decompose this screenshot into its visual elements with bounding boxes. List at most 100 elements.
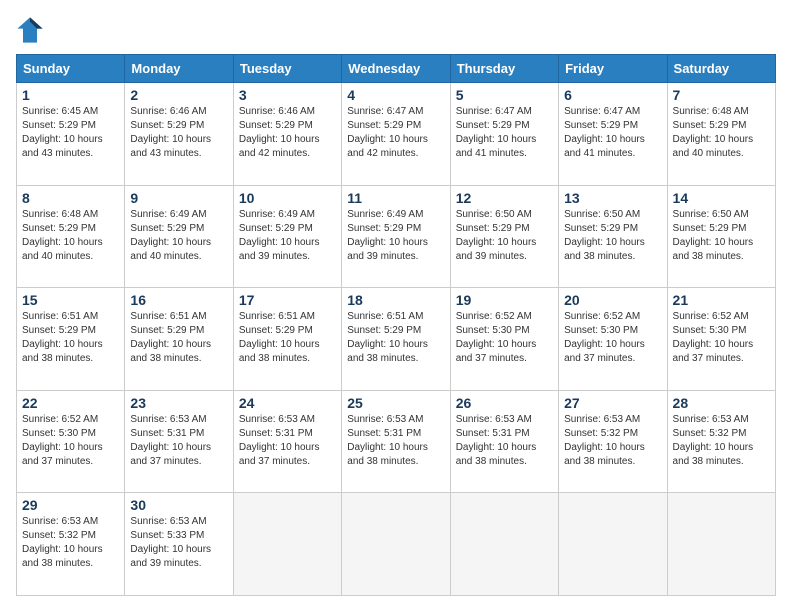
day-info: Sunrise: 6:53 AMSunset: 5:31 PMDaylight:…	[456, 413, 553, 469]
calendar-day-cell: 11Sunrise: 6:49 AMSunset: 5:29 PMDayligh…	[342, 185, 450, 288]
day-number: 19	[456, 292, 553, 308]
day-number: 15	[22, 292, 119, 308]
day-number: 24	[239, 395, 336, 411]
day-number: 26	[456, 395, 553, 411]
day-number: 30	[130, 497, 227, 513]
calendar-week-row: 1 Sunrise: 6:45 AMSunset: 5:29 PMDaylight…	[17, 83, 776, 186]
day-info: Sunrise: 6:51 AMSunset: 5:29 PMDaylight:…	[22, 310, 119, 366]
day-info: Sunrise: 6:48 AMSunset: 5:29 PMDaylight:…	[22, 208, 119, 264]
header-tuesday: Tuesday	[233, 55, 341, 83]
header-sunday: Sunday	[17, 55, 125, 83]
weekday-header-row: Sunday Monday Tuesday Wednesday Thursday…	[17, 55, 776, 83]
calendar-day-cell: 1 Sunrise: 6:45 AMSunset: 5:29 PMDaylight…	[17, 83, 125, 186]
calendar-day-cell: 18 Sunrise: 6:51 AMSunset: 5:29 PMDayligh…	[342, 288, 450, 391]
day-number: 14	[673, 190, 770, 206]
calendar-day-cell	[559, 493, 667, 596]
day-info: Sunrise: 6:45 AMSunset: 5:29 PMDaylight:…	[22, 105, 119, 161]
calendar-day-cell: 3 Sunrise: 6:46 AMSunset: 5:29 PMDaylight…	[233, 83, 341, 186]
day-number: 13	[564, 190, 661, 206]
calendar-day-cell	[667, 493, 775, 596]
calendar-day-cell: 7Sunrise: 6:48 AMSunset: 5:29 PMDaylight…	[667, 83, 775, 186]
calendar-day-cell: 14 Sunrise: 6:50 AMSunset: 5:29 PMDayligh…	[667, 185, 775, 288]
day-info: Sunrise: 6:52 AMSunset: 5:30 PMDaylight:…	[456, 310, 553, 366]
day-info: Sunrise: 6:53 AMSunset: 5:32 PMDaylight:…	[564, 413, 661, 469]
day-number: 22	[22, 395, 119, 411]
day-info: Sunrise: 6:51 AMSunset: 5:29 PMDaylight:…	[130, 310, 227, 366]
calendar-day-cell: 2 Sunrise: 6:46 AMSunset: 5:29 PMDaylight…	[125, 83, 233, 186]
day-info: Sunrise: 6:52 AMSunset: 5:30 PMDaylight:…	[564, 310, 661, 366]
calendar-day-cell: 4 Sunrise: 6:47 AMSunset: 5:29 PMDaylight…	[342, 83, 450, 186]
day-info: Sunrise: 6:53 AMSunset: 5:33 PMDaylight:…	[130, 515, 227, 571]
day-number: 16	[130, 292, 227, 308]
day-number: 8	[22, 190, 119, 206]
calendar-day-cell: 17 Sunrise: 6:51 AMSunset: 5:29 PMDayligh…	[233, 288, 341, 391]
day-number: 29	[22, 497, 119, 513]
day-number: 2	[130, 87, 227, 103]
calendar-day-cell: 23Sunrise: 6:53 AMSunset: 5:31 PMDayligh…	[125, 390, 233, 493]
day-number: 28	[673, 395, 770, 411]
calendar-day-cell: 16 Sunrise: 6:51 AMSunset: 5:29 PMDayligh…	[125, 288, 233, 391]
day-info: Sunrise: 6:47 AMSunset: 5:29 PMDaylight:…	[347, 105, 444, 161]
calendar-week-row: 22 Sunrise: 6:52 AMSunset: 5:30 PMDayligh…	[17, 390, 776, 493]
page: Sunday Monday Tuesday Wednesday Thursday…	[0, 0, 792, 612]
day-number: 23	[130, 395, 227, 411]
day-info: Sunrise: 6:53 AMSunset: 5:32 PMDaylight:…	[22, 515, 119, 571]
calendar-day-cell	[450, 493, 558, 596]
day-number: 1	[22, 87, 119, 103]
calendar-day-cell: 28 Sunrise: 6:53 AMSunset: 5:32 PMDayligh…	[667, 390, 775, 493]
calendar-day-cell: 13 Sunrise: 6:50 AMSunset: 5:29 PMDayligh…	[559, 185, 667, 288]
calendar-day-cell: 20 Sunrise: 6:52 AMSunset: 5:30 PMDayligh…	[559, 288, 667, 391]
logo	[16, 16, 48, 44]
header-thursday: Thursday	[450, 55, 558, 83]
day-number: 3	[239, 87, 336, 103]
day-info: Sunrise: 6:47 AMSunset: 5:29 PMDaylight:…	[564, 105, 661, 161]
day-info: Sunrise: 6:53 AMSunset: 5:31 PMDaylight:…	[239, 413, 336, 469]
day-info: Sunrise: 6:52 AMSunset: 5:30 PMDaylight:…	[22, 413, 119, 469]
day-number: 6	[564, 87, 661, 103]
calendar-day-cell: 26 Sunrise: 6:53 AMSunset: 5:31 PMDayligh…	[450, 390, 558, 493]
day-number: 10	[239, 190, 336, 206]
calendar-week-row: 15 Sunrise: 6:51 AMSunset: 5:29 PMDayligh…	[17, 288, 776, 391]
calendar-week-row: 8 Sunrise: 6:48 AMSunset: 5:29 PMDaylight…	[17, 185, 776, 288]
calendar-day-cell: 22 Sunrise: 6:52 AMSunset: 5:30 PMDayligh…	[17, 390, 125, 493]
calendar-day-cell: 25Sunrise: 6:53 AMSunset: 5:31 PMDayligh…	[342, 390, 450, 493]
day-number: 11	[347, 190, 444, 206]
calendar-day-cell: 24 Sunrise: 6:53 AMSunset: 5:31 PMDayligh…	[233, 390, 341, 493]
day-info: Sunrise: 6:50 AMSunset: 5:29 PMDaylight:…	[673, 208, 770, 264]
day-number: 25	[347, 395, 444, 411]
day-info: Sunrise: 6:51 AMSunset: 5:29 PMDaylight:…	[347, 310, 444, 366]
calendar-day-cell	[233, 493, 341, 596]
calendar-day-cell: 6 Sunrise: 6:47 AMSunset: 5:29 PMDaylight…	[559, 83, 667, 186]
calendar-day-cell: 8 Sunrise: 6:48 AMSunset: 5:29 PMDaylight…	[17, 185, 125, 288]
day-info: Sunrise: 6:51 AMSunset: 5:29 PMDaylight:…	[239, 310, 336, 366]
calendar-day-cell: 29 Sunrise: 6:53 AMSunset: 5:32 PMDayligh…	[17, 493, 125, 596]
header	[16, 16, 776, 44]
day-info: Sunrise: 6:50 AMSunset: 5:29 PMDaylight:…	[564, 208, 661, 264]
day-number: 17	[239, 292, 336, 308]
day-number: 27	[564, 395, 661, 411]
day-number: 20	[564, 292, 661, 308]
day-info: Sunrise: 6:46 AMSunset: 5:29 PMDaylight:…	[130, 105, 227, 161]
day-info: Sunrise: 6:52 AMSunset: 5:30 PMDaylight:…	[673, 310, 770, 366]
calendar-day-cell: 30 Sunrise: 6:53 AMSunset: 5:33 PMDayligh…	[125, 493, 233, 596]
calendar-day-cell: 12Sunrise: 6:50 AMSunset: 5:29 PMDayligh…	[450, 185, 558, 288]
logo-icon	[16, 16, 44, 44]
day-number: 18	[347, 292, 444, 308]
day-info: Sunrise: 6:49 AMSunset: 5:29 PMDaylight:…	[239, 208, 336, 264]
calendar-day-cell: 5 Sunrise: 6:47 AMSunset: 5:29 PMDaylight…	[450, 83, 558, 186]
calendar-day-cell: 27 Sunrise: 6:53 AMSunset: 5:32 PMDayligh…	[559, 390, 667, 493]
header-wednesday: Wednesday	[342, 55, 450, 83]
calendar-day-cell: 19 Sunrise: 6:52 AMSunset: 5:30 PMDayligh…	[450, 288, 558, 391]
day-info: Sunrise: 6:49 AMSunset: 5:29 PMDaylight:…	[130, 208, 227, 264]
day-number: 9	[130, 190, 227, 206]
day-number: 4	[347, 87, 444, 103]
header-friday: Friday	[559, 55, 667, 83]
day-info: Sunrise: 6:47 AMSunset: 5:29 PMDaylight:…	[456, 105, 553, 161]
day-info: Sunrise: 6:53 AMSunset: 5:32 PMDaylight:…	[673, 413, 770, 469]
header-saturday: Saturday	[667, 55, 775, 83]
day-info: Sunrise: 6:46 AMSunset: 5:29 PMDaylight:…	[239, 105, 336, 161]
calendar-day-cell: 15 Sunrise: 6:51 AMSunset: 5:29 PMDayligh…	[17, 288, 125, 391]
calendar-day-cell	[342, 493, 450, 596]
day-info: Sunrise: 6:48 AMSunset: 5:29 PMDaylight:…	[673, 105, 770, 161]
day-number: 5	[456, 87, 553, 103]
